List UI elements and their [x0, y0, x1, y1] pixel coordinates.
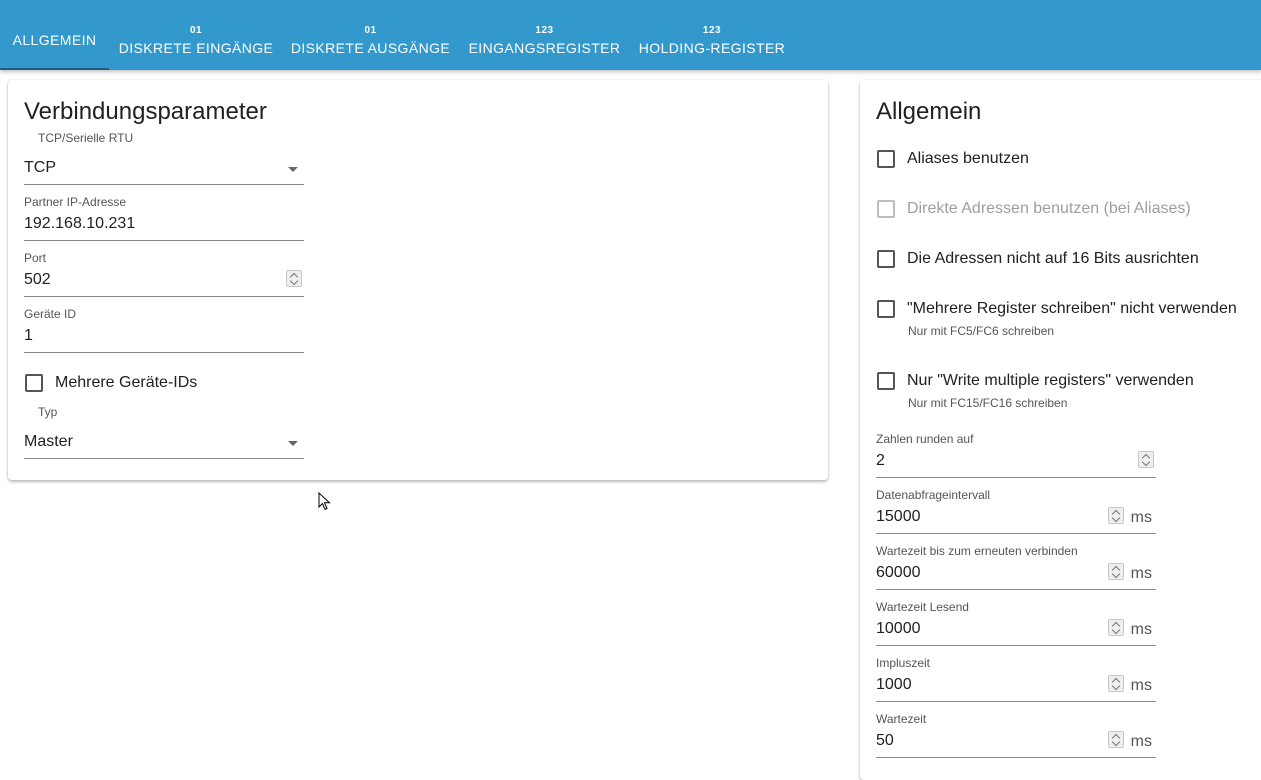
use-aliases-checkbox[interactable]	[877, 150, 895, 168]
reconnect-unit: ms	[1130, 565, 1152, 582]
tab-diskrete-ausgaenge[interactable]: 01 DISKRETE AUSGÄNGE	[287, 0, 454, 70]
tab-label: HOLDING-REGISTER	[638, 40, 786, 56]
ip-label: Partner IP-Adresse	[24, 195, 127, 209]
tab-label: ALLGEMEIN	[12, 32, 97, 48]
mouse-cursor-icon	[318, 492, 331, 511]
pulse-value: 1000	[876, 676, 912, 693]
connection-title: Verbindungsparameter	[24, 98, 267, 125]
read-timeout-label: Wartezeit Lesend	[876, 600, 969, 614]
tab-allgemein[interactable]: ALLGEMEIN	[0, 0, 109, 70]
read-timeout-unit: ms	[1130, 621, 1152, 638]
use-aliases-label: Aliases benutzen	[907, 150, 1029, 167]
device-id-input[interactable]: 1	[24, 323, 304, 353]
tab-label: DISKRETE EINGÄNGE	[118, 40, 274, 56]
device-id-value: 1	[24, 327, 33, 344]
ip-input[interactable]: 192.168.10.231	[24, 211, 304, 241]
connection-card: Verbindungsparameter TCP/Serielle RTU TC…	[8, 80, 828, 480]
no-align-checkbox[interactable]	[877, 250, 895, 268]
spinner-icon[interactable]	[1108, 619, 1124, 636]
pulse-label: Impluszeit	[876, 656, 931, 670]
wait-value: 50	[876, 732, 894, 749]
spinner-icon[interactable]	[1138, 451, 1154, 468]
spinner-icon[interactable]	[1108, 507, 1124, 524]
spinner-icon[interactable]	[1108, 675, 1124, 692]
no-multi-write-hint: Nur mit FC5/FC6 schreiben	[908, 324, 1055, 338]
device-id-label: Geräte ID	[24, 307, 77, 321]
tab-badge: 01	[189, 25, 203, 36]
no-multi-write-label: "Mehrere Register schreiben" nicht verwe…	[907, 300, 1237, 317]
round-value: 2	[876, 452, 885, 469]
direct-addresses-checkbox[interactable]	[877, 200, 895, 218]
port-input[interactable]: 502	[24, 267, 304, 297]
poll-value: 15000	[876, 508, 921, 525]
pulse-unit: ms	[1130, 677, 1152, 694]
tab-eingangsregister[interactable]: 123 EINGANGSREGISTER	[466, 0, 623, 70]
only-multi-write-label: Nur "Write multiple registers" verwenden	[907, 372, 1194, 389]
general-title: Allgemein	[876, 98, 982, 125]
protocol-label: TCP/Serielle RTU	[38, 131, 134, 145]
no-multi-write-checkbox[interactable]	[877, 300, 895, 318]
multi-ids-label: Mehrere Geräte-IDs	[55, 374, 198, 391]
read-timeout-value: 10000	[876, 620, 921, 637]
read-timeout-input[interactable]: 10000 ms	[876, 616, 1156, 646]
tab-badge: 01	[364, 25, 377, 36]
tab-label: EINGANGSREGISTER	[468, 40, 621, 56]
tab-label: DISKRETE AUSGÄNGE	[290, 40, 451, 56]
tab-badge: 123	[702, 25, 722, 36]
multi-ids-checkbox[interactable]	[25, 374, 43, 392]
wait-label: Wartezeit	[876, 712, 927, 726]
tab-holding-register[interactable]: 123 HOLDING-REGISTER	[635, 0, 789, 70]
protocol-value: TCP	[24, 159, 56, 176]
port-label: Port	[24, 251, 47, 265]
direct-addresses-label: Direkte Adressen benutzen (bei Aliases)	[907, 200, 1191, 217]
wait-unit: ms	[1130, 733, 1152, 750]
spinner-icon[interactable]	[1108, 563, 1124, 580]
pulse-input[interactable]: 1000 ms	[876, 672, 1156, 702]
chevron-down-icon	[288, 441, 298, 446]
wait-input[interactable]: 50 ms	[876, 728, 1156, 758]
type-select[interactable]: Master	[24, 429, 304, 459]
tab-badge: 123	[535, 25, 554, 36]
tab-diskrete-eingaenge[interactable]: 01 DISKRETE EINGÄNGE	[113, 0, 279, 70]
only-multi-write-checkbox[interactable]	[877, 372, 895, 390]
poll-unit: ms	[1130, 509, 1152, 526]
port-value: 502	[24, 271, 51, 288]
reconnect-value: 60000	[876, 564, 921, 581]
type-label: Typ	[38, 405, 58, 419]
spinner-icon[interactable]	[1108, 731, 1124, 748]
no-align-label: Die Adressen nicht auf 16 Bits ausrichte…	[907, 250, 1199, 267]
general-card: Allgemein Aliases benutzen Direkte Adres…	[860, 80, 1261, 780]
poll-label: Datenabfrageintervall	[876, 488, 991, 502]
round-label: Zahlen runden auf	[876, 432, 974, 446]
protocol-select[interactable]: TCP	[24, 155, 304, 185]
round-input[interactable]: 2	[876, 448, 1156, 478]
poll-input[interactable]: 15000 ms	[876, 504, 1156, 534]
type-value: Master	[24, 433, 73, 450]
only-multi-write-hint: Nur mit FC15/FC16 schreiben	[908, 396, 1068, 410]
reconnect-input[interactable]: 60000 ms	[876, 560, 1156, 590]
chevron-down-icon	[288, 167, 298, 172]
tab-bar: ALLGEMEIN 01 DISKRETE EINGÄNGE 01 DISKRE…	[0, 0, 1261, 70]
spinner-icon[interactable]	[286, 270, 302, 287]
ip-value: 192.168.10.231	[24, 215, 136, 232]
reconnect-label: Wartezeit bis zum erneuten verbinden	[876, 544, 1078, 558]
